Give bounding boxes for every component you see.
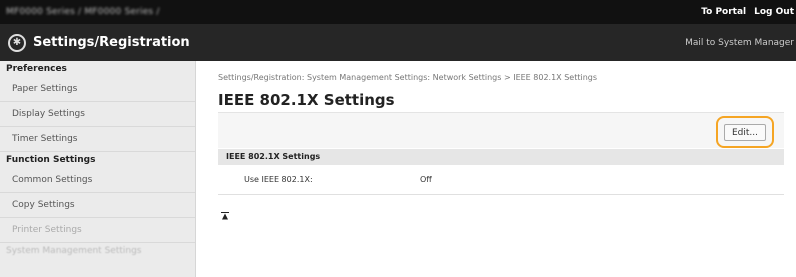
to-portal-link[interactable]: To Portal <box>701 7 746 17</box>
app-title: Settings/Registration <box>33 35 190 50</box>
top-links: To Portal Log Out <box>701 7 796 17</box>
setting-row-use-ieee: Use IEEE 802.1X: Off <box>218 165 784 195</box>
main-content: Settings/Registration: System Management… <box>196 61 796 277</box>
sidebar-heading-preferences: Preferences <box>6 64 67 74</box>
edit-highlight: Edit... <box>716 116 774 148</box>
log-out-link[interactable]: Log Out <box>754 7 794 17</box>
toolbar: Edit... <box>218 112 784 148</box>
device-name: MF0000 Series / MF0000 Series / <box>6 7 160 17</box>
sidebar-item-display-settings[interactable]: Display Settings <box>0 102 195 127</box>
edit-button[interactable]: Edit... <box>724 124 766 141</box>
sidebar-item-common-settings[interactable]: Common Settings <box>0 168 195 193</box>
section-header: IEEE 802.1X Settings <box>218 149 784 165</box>
top-bar: MF0000 Series / MF0000 Series / To Porta… <box>0 0 796 24</box>
setting-label: Use IEEE 802.1X: <box>244 175 313 184</box>
sidebar-item-paper-settings[interactable]: Paper Settings <box>0 77 195 102</box>
sidebar: Preferences Paper Settings Display Setti… <box>0 61 196 277</box>
scroll-top-icon[interactable] <box>221 205 229 224</box>
breadcrumb: Settings/Registration: System Management… <box>218 73 598 82</box>
mail-to-system-manager-link[interactable]: Mail to System Manager <box>685 38 796 48</box>
setting-value: Off <box>420 175 432 184</box>
page-title: IEEE 802.1X Settings <box>218 91 395 109</box>
scroll-top-icon-glyph <box>221 212 229 220</box>
sidebar-heading-system-management: System Management Settings <box>6 246 142 256</box>
settings-gear-icon: ✱ <box>8 33 26 52</box>
sidebar-item-timer-settings[interactable]: Timer Settings <box>0 127 195 152</box>
sidebar-item-copy-settings[interactable]: Copy Settings <box>0 193 195 218</box>
sidebar-item-printer-settings[interactable]: Printer Settings <box>0 218 195 243</box>
title-group: ✱ Settings/Registration <box>8 33 190 52</box>
sidebar-heading-function-settings: Function Settings <box>6 155 96 165</box>
title-bar: ✱ Settings/Registration Mail to System M… <box>0 24 796 61</box>
